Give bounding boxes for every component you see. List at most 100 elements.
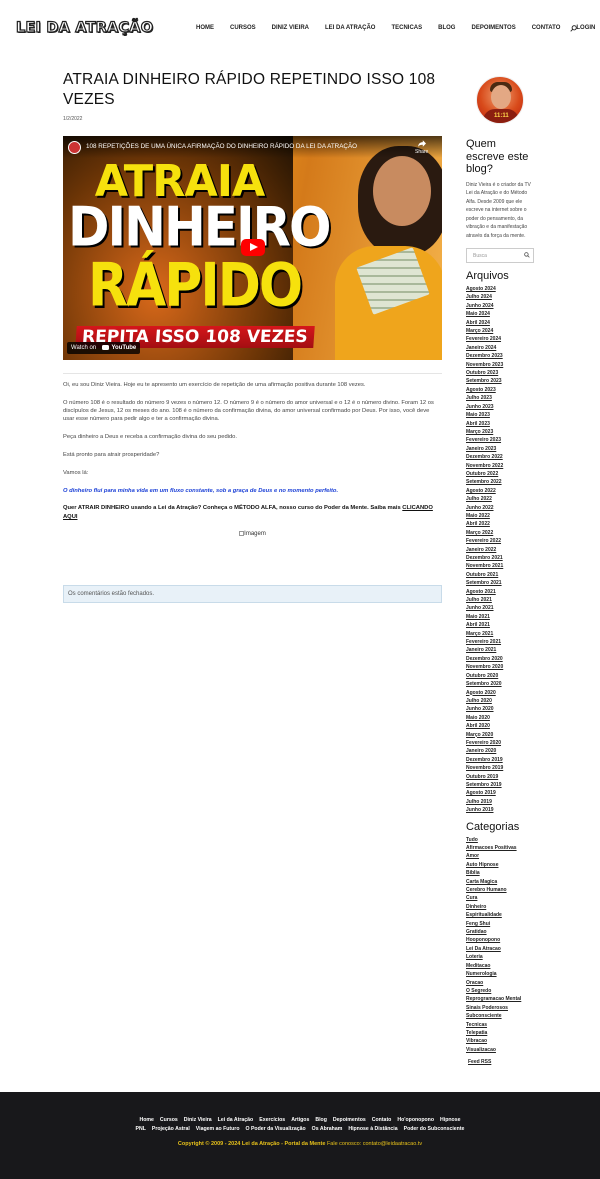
sidebar-search-input[interactable]: Busca [466,248,534,263]
archive-link[interactable]: Setembro 2019 [466,781,536,789]
archive-link[interactable]: Julho 2024 [466,293,536,301]
category-link[interactable]: Tudo [466,836,536,844]
footer-nav-link[interactable]: PNL [136,1126,146,1132]
footer-nav-link[interactable]: Hipnose [440,1117,460,1123]
footer-nav-link[interactable]: Cursos [160,1117,178,1123]
footer-nav-link[interactable]: Ho'oponopono [397,1117,434,1123]
category-link[interactable]: Oracao [466,979,536,987]
nav-blog[interactable]: BLOG [438,25,455,31]
archive-link[interactable]: Março 2023 [466,428,536,436]
category-link[interactable]: Hooponopono [466,936,536,944]
archive-link[interactable]: Outubro 2022 [466,470,536,478]
archive-link[interactable]: Dezembro 2021 [466,554,536,562]
nav-contato[interactable]: CONTATO [532,25,561,31]
archive-link[interactable]: Agosto 2023 [466,386,536,394]
archive-link[interactable]: Outubro 2021 [466,571,536,579]
archive-link[interactable]: Março 2020 [466,731,536,739]
archive-link[interactable]: Dezembro 2022 [466,453,536,461]
archive-link[interactable]: Julho 2022 [466,495,536,503]
footer-nav-link[interactable]: Projeção Astral [152,1126,190,1132]
category-link[interactable]: Reprogramacao Mental [466,995,536,1003]
archive-link[interactable]: Agosto 2020 [466,689,536,697]
archive-link[interactable]: Abril 2021 [466,621,536,629]
archive-link[interactable]: Julho 2021 [466,596,536,604]
category-link[interactable]: Gratidao [466,928,536,936]
archive-link[interactable]: Setembro 2020 [466,680,536,688]
site-logo[interactable]: LEI DA ATRAÇÃO [15,19,153,36]
category-link[interactable]: Lei Da Atracao [466,945,536,953]
category-link[interactable]: Dinheiro [466,903,536,911]
archive-link[interactable]: Novembro 2019 [466,764,536,772]
archive-link[interactable]: Maio 2022 [466,512,536,520]
archive-link[interactable]: Novembro 2020 [466,663,536,671]
category-link[interactable]: Espiritualidade [466,911,536,919]
category-link[interactable]: O Segredo [466,987,536,995]
archive-link[interactable]: Março 2021 [466,630,536,638]
archive-link[interactable]: Dezembro 2020 [466,655,536,663]
watch-on-youtube-button[interactable]: Watch on YouTube [67,342,141,355]
archive-link[interactable]: Setembro 2023 [466,377,536,385]
category-link[interactable]: Carta Magica [466,878,536,886]
archive-link[interactable]: Janeiro 2021 [466,646,536,654]
archive-link[interactable]: Janeiro 2024 [466,344,536,352]
archive-link[interactable]: Março 2022 [466,529,536,537]
archive-link[interactable]: Novembro 2023 [466,361,536,369]
archive-link[interactable]: Dezembro 2023 [466,352,536,360]
archive-link[interactable]: Julho 2020 [466,697,536,705]
archive-link[interactable]: Fevereiro 2022 [466,537,536,545]
archive-link[interactable]: Agosto 2022 [466,487,536,495]
nav-cursos[interactable]: CURSOS [230,25,256,31]
footer-nav-link[interactable]: Lei da Atração [218,1117,254,1123]
search-icon[interactable] [570,25,577,34]
archive-link[interactable]: Julho 2023 [466,394,536,402]
footer-nav-link[interactable]: Home [140,1117,154,1123]
nav-home[interactable]: HOME [196,25,214,31]
youtube-video-embed[interactable]: ATRAIA DINHEIRO RÁPIDO REPITA ISSO 108 V… [63,136,442,360]
archive-link[interactable]: Setembro 2022 [466,478,536,486]
category-link[interactable]: Cerebro Humano [466,886,536,894]
archive-link[interactable]: Junho 2019 [466,806,536,814]
archive-link[interactable]: Maio 2023 [466,411,536,419]
archive-link[interactable]: Maio 2024 [466,310,536,318]
archive-link[interactable]: Outubro 2019 [466,773,536,781]
nav-lei-da-atracao[interactable]: LEI DA ATRAÇÃO [325,25,375,31]
archive-link[interactable]: Novembro 2022 [466,462,536,470]
category-link[interactable]: Auto Hipnose [466,861,536,869]
category-link[interactable]: Meditacao [466,962,536,970]
contact-text[interactable]: Fale conosco: contato@leidaatracao.tv [327,1141,422,1147]
footer-nav-link[interactable]: Diniz Vieira [184,1117,212,1123]
channel-avatar-icon[interactable] [68,141,81,154]
archive-link[interactable]: Agosto 2019 [466,789,536,797]
archive-link[interactable]: Junho 2024 [466,302,536,310]
archive-link[interactable]: Dezembro 2019 [466,756,536,764]
footer-nav-link[interactable]: Hipnose à Distância [348,1126,397,1132]
archive-link[interactable]: Junho 2023 [466,403,536,411]
category-link[interactable]: Visualizacao [466,1046,536,1054]
footer-nav-link[interactable]: O Poder da Visualização [246,1126,306,1132]
nav-diniz-vieira[interactable]: DINIZ VIEIRA [272,25,309,31]
footer-nav-link[interactable]: Depoimentos [333,1117,366,1123]
footer-nav-link[interactable]: Exercícios [259,1117,285,1123]
footer-nav-link[interactable]: Poder do Subconsciente [404,1126,465,1132]
archive-link[interactable]: Fevereiro 2024 [466,335,536,343]
archive-link[interactable]: Outubro 2020 [466,672,536,680]
archive-link[interactable]: Fevereiro 2023 [466,436,536,444]
nav-tecnicas[interactable]: TECNICAS [391,25,422,31]
archive-link[interactable]: Fevereiro 2021 [466,638,536,646]
footer-nav-link[interactable]: Contato [372,1117,392,1123]
archive-link[interactable]: Maio 2020 [466,714,536,722]
archive-link[interactable]: Abril 2023 [466,420,536,428]
feed-rss-link[interactable]: Feed RSS [468,1059,536,1065]
play-icon[interactable] [241,239,265,256]
category-link[interactable]: Tecnicas [466,1021,536,1029]
footer-nav-link[interactable]: Artigos [291,1117,309,1123]
category-link[interactable]: Loteria [466,953,536,961]
archive-link[interactable]: Janeiro 2023 [466,445,536,453]
archive-link[interactable]: Janeiro 2020 [466,747,536,755]
archive-link[interactable]: Abril 2024 [466,319,536,327]
nav-depoimentos[interactable]: DEPOIMENTOS [471,25,515,31]
archive-link[interactable]: Junho 2020 [466,705,536,713]
archive-link[interactable]: Julho 2019 [466,798,536,806]
archive-link[interactable]: Agosto 2024 [466,285,536,293]
archive-link[interactable]: Abril 2020 [466,722,536,730]
